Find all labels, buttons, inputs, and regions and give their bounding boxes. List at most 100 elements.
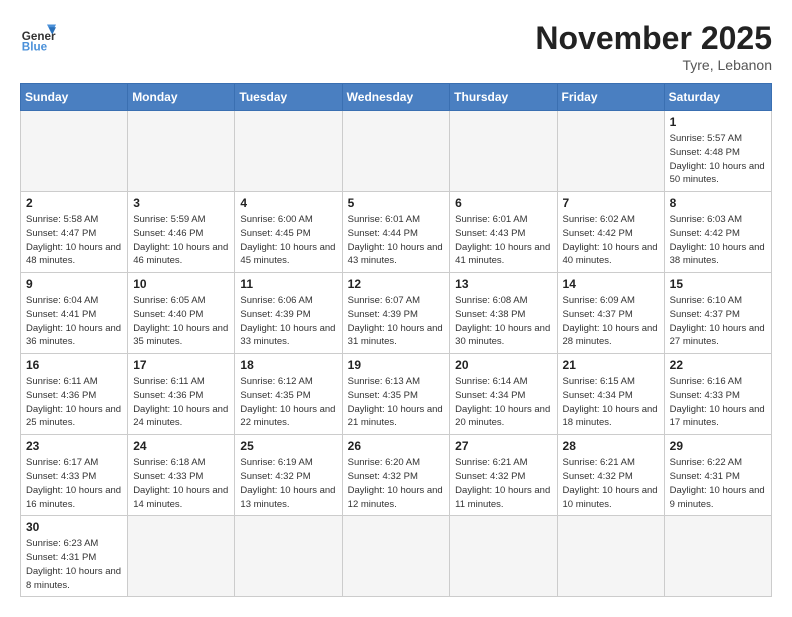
calendar-table: SundayMondayTuesdayWednesdayThursdayFrid… <box>20 83 772 597</box>
page-header: General Blue November 2025 Tyre, Lebanon <box>20 20 772 73</box>
day-number: 5 <box>348 196 445 210</box>
day-info: Sunrise: 6:15 AMSunset: 4:34 PMDaylight:… <box>563 375 659 430</box>
logo: General Blue <box>20 20 56 56</box>
weekday-tuesday: Tuesday <box>235 84 342 111</box>
day-info: Sunrise: 6:14 AMSunset: 4:34 PMDaylight:… <box>455 375 551 430</box>
day-number: 21 <box>563 358 659 372</box>
calendar-cell: 2Sunrise: 5:58 AMSunset: 4:47 PMDaylight… <box>21 192 128 273</box>
day-info: Sunrise: 6:22 AMSunset: 4:31 PMDaylight:… <box>670 456 766 511</box>
day-number: 8 <box>670 196 766 210</box>
day-number: 3 <box>133 196 229 210</box>
calendar-cell: 20Sunrise: 6:14 AMSunset: 4:34 PMDayligh… <box>450 354 557 435</box>
location: Tyre, Lebanon <box>535 57 772 73</box>
day-info: Sunrise: 6:18 AMSunset: 4:33 PMDaylight:… <box>133 456 229 511</box>
day-number: 18 <box>240 358 336 372</box>
day-info: Sunrise: 6:03 AMSunset: 4:42 PMDaylight:… <box>670 213 766 268</box>
day-info: Sunrise: 6:09 AMSunset: 4:37 PMDaylight:… <box>563 294 659 349</box>
day-info: Sunrise: 6:11 AMSunset: 4:36 PMDaylight:… <box>26 375 122 430</box>
calendar-cell: 21 Sunrise: 6:15 AMSunset: 4:34 PMDayligh… <box>557 354 664 435</box>
day-info: Sunrise: 6:16 AMSunset: 4:33 PMDaylight:… <box>670 375 766 430</box>
title-block: November 2025 Tyre, Lebanon <box>535 20 772 73</box>
calendar-cell <box>664 516 771 597</box>
calendar-cell: 30 Sunrise: 6:23 AMSunset: 4:31 PMDayligh… <box>21 516 128 597</box>
calendar-cell: 28 Sunrise: 6:21 AMSunset: 4:32 PMDayligh… <box>557 435 664 516</box>
day-info: Sunrise: 6:19 AMSunset: 4:32 PMDaylight:… <box>240 456 336 511</box>
day-number: 11 <box>240 277 336 291</box>
calendar-cell <box>342 111 450 192</box>
day-info: Sunrise: 6:17 AMSunset: 4:33 PMDaylight:… <box>26 456 122 511</box>
day-number: 24 <box>133 439 229 453</box>
day-number: 28 <box>563 439 659 453</box>
calendar-cell: 10 Sunrise: 6:05 AMSunset: 4:40 PMDayligh… <box>128 273 235 354</box>
calendar-cell: 26Sunrise: 6:20 AMSunset: 4:32 PMDayligh… <box>342 435 450 516</box>
day-number: 12 <box>348 277 445 291</box>
day-number: 10 <box>133 277 229 291</box>
month-title: November 2025 <box>535 20 772 57</box>
weekday-sunday: Sunday <box>21 84 128 111</box>
calendar-cell: 5 Sunrise: 6:01 AMSunset: 4:44 PMDaylight… <box>342 192 450 273</box>
calendar-cell: 4 Sunrise: 6:00 AMSunset: 4:45 PMDaylight… <box>235 192 342 273</box>
day-info: Sunrise: 6:00 AMSunset: 4:45 PMDaylight:… <box>240 213 336 268</box>
day-info: Sunrise: 6:01 AMSunset: 4:44 PMDaylight:… <box>348 213 445 268</box>
day-number: 26 <box>348 439 445 453</box>
weekday-wednesday: Wednesday <box>342 84 450 111</box>
day-info: Sunrise: 6:23 AMSunset: 4:31 PMDaylight:… <box>26 537 122 592</box>
day-number: 27 <box>455 439 551 453</box>
calendar-cell: 24 Sunrise: 6:18 AMSunset: 4:33 PMDayligh… <box>128 435 235 516</box>
day-info: Sunrise: 6:13 AMSunset: 4:35 PMDaylight:… <box>348 375 445 430</box>
day-number: 14 <box>563 277 659 291</box>
calendar-cell <box>557 516 664 597</box>
calendar-cell: 18Sunrise: 6:12 AMSunset: 4:35 PMDayligh… <box>235 354 342 435</box>
weekday-thursday: Thursday <box>450 84 557 111</box>
calendar-cell: 16 Sunrise: 6:11 AMSunset: 4:36 PMDayligh… <box>21 354 128 435</box>
day-number: 25 <box>240 439 336 453</box>
weekday-monday: Monday <box>128 84 235 111</box>
day-info: Sunrise: 6:06 AMSunset: 4:39 PMDaylight:… <box>240 294 336 349</box>
day-number: 19 <box>348 358 445 372</box>
calendar-cell <box>235 516 342 597</box>
calendar-cell <box>128 111 235 192</box>
calendar-cell: 6Sunrise: 6:01 AMSunset: 4:43 PMDaylight… <box>450 192 557 273</box>
day-info: Sunrise: 6:11 AMSunset: 4:36 PMDaylight:… <box>133 375 229 430</box>
day-info: Sunrise: 6:10 AMSunset: 4:37 PMDaylight:… <box>670 294 766 349</box>
day-number: 13 <box>455 277 551 291</box>
day-info: Sunrise: 6:07 AMSunset: 4:39 PMDaylight:… <box>348 294 445 349</box>
calendar-cell: 11 Sunrise: 6:06 AMSunset: 4:39 PMDayligh… <box>235 273 342 354</box>
day-info: Sunrise: 5:59 AMSunset: 4:46 PMDaylight:… <box>133 213 229 268</box>
calendar-cell: 17 Sunrise: 6:11 AMSunset: 4:36 PMDayligh… <box>128 354 235 435</box>
calendar-cell: 3 Sunrise: 5:59 AMSunset: 4:46 PMDaylight… <box>128 192 235 273</box>
calendar-cell: 25 Sunrise: 6:19 AMSunset: 4:32 PMDayligh… <box>235 435 342 516</box>
day-number: 23 <box>26 439 122 453</box>
calendar-cell: 23 Sunrise: 6:17 AMSunset: 4:33 PMDayligh… <box>21 435 128 516</box>
day-number: 2 <box>26 196 122 210</box>
day-info: Sunrise: 6:05 AMSunset: 4:40 PMDaylight:… <box>133 294 229 349</box>
calendar-cell: 9 Sunrise: 6:04 AMSunset: 4:41 PMDaylight… <box>21 273 128 354</box>
day-number: 16 <box>26 358 122 372</box>
day-info: Sunrise: 6:01 AMSunset: 4:43 PMDaylight:… <box>455 213 551 268</box>
svg-text:Blue: Blue <box>22 41 48 54</box>
day-info: Sunrise: 6:21 AMSunset: 4:32 PMDaylight:… <box>563 456 659 511</box>
day-number: 7 <box>563 196 659 210</box>
calendar-cell: 29 Sunrise: 6:22 AMSunset: 4:31 PMDayligh… <box>664 435 771 516</box>
day-info: Sunrise: 6:04 AMSunset: 4:41 PMDaylight:… <box>26 294 122 349</box>
calendar-cell <box>342 516 450 597</box>
day-number: 9 <box>26 277 122 291</box>
day-info: Sunrise: 6:02 AMSunset: 4:42 PMDaylight:… <box>563 213 659 268</box>
calendar-cell: 14 Sunrise: 6:09 AMSunset: 4:37 PMDayligh… <box>557 273 664 354</box>
calendar-cell: 7 Sunrise: 6:02 AMSunset: 4:42 PMDaylight… <box>557 192 664 273</box>
day-number: 29 <box>670 439 766 453</box>
day-info: Sunrise: 6:21 AMSunset: 4:32 PMDaylight:… <box>455 456 551 511</box>
calendar-cell <box>450 111 557 192</box>
calendar-cell: 15Sunrise: 6:10 AMSunset: 4:37 PMDayligh… <box>664 273 771 354</box>
calendar-cell <box>450 516 557 597</box>
day-number: 17 <box>133 358 229 372</box>
calendar-cell <box>21 111 128 192</box>
weekday-header-row: SundayMondayTuesdayWednesdayThursdayFrid… <box>21 84 772 111</box>
day-number: 1 <box>670 115 766 129</box>
logo-icon: General Blue <box>20 20 56 56</box>
calendar-cell: 22Sunrise: 6:16 AMSunset: 4:33 PMDayligh… <box>664 354 771 435</box>
day-info: Sunrise: 6:08 AMSunset: 4:38 PMDaylight:… <box>455 294 551 349</box>
day-number: 30 <box>26 520 122 534</box>
day-number: 4 <box>240 196 336 210</box>
calendar-cell <box>557 111 664 192</box>
